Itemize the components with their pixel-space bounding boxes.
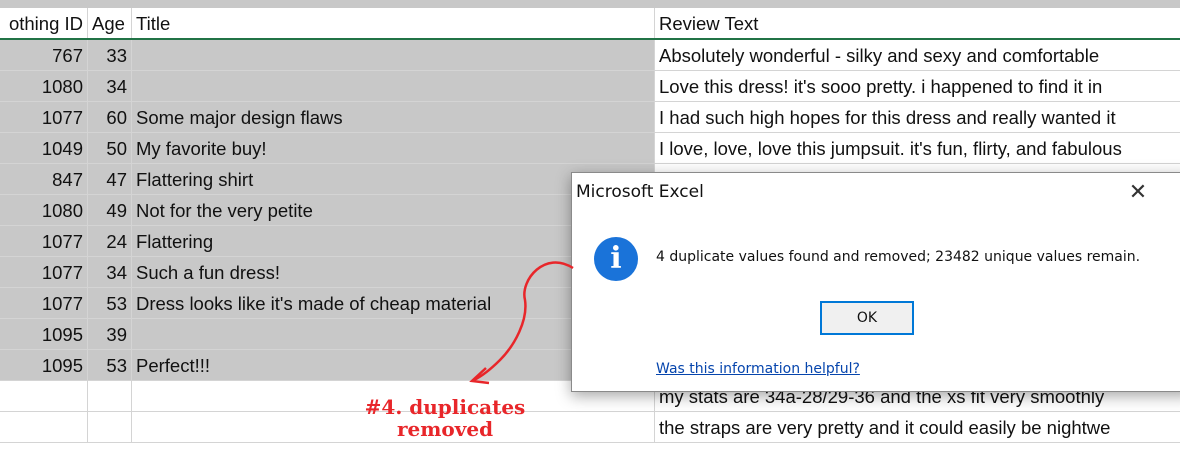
cell-clothing-id[interactable]: 1049 xyxy=(0,133,88,164)
dialog-title: Microsoft Excel xyxy=(576,182,704,202)
cell-clothing-id[interactable]: 847 xyxy=(0,164,88,195)
cell-review-text[interactable]: the straps are very pretty and it could … xyxy=(655,412,1180,443)
annotation-line-2: removed xyxy=(396,417,494,441)
cell-age[interactable]: 34 xyxy=(88,257,132,288)
cell-age[interactable]: 53 xyxy=(88,288,132,319)
cell-clothing-id[interactable]: 1095 xyxy=(0,319,88,350)
cell-review-text[interactable]: I love, love, love this jumpsuit. it's f… xyxy=(655,133,1180,164)
cell-review-text[interactable]: Absolutely wonderful - silky and sexy an… xyxy=(655,40,1180,71)
cell-clothing-id[interactable] xyxy=(0,381,88,412)
header-review-text[interactable]: Review Text xyxy=(655,8,1180,39)
dialog-message: 4 duplicate values found and removed; 23… xyxy=(656,249,1141,265)
cell-age[interactable] xyxy=(88,381,132,412)
annotation-label: #4. duplicates removed xyxy=(340,396,550,440)
cell-title[interactable]: Some major design flaws xyxy=(132,102,655,133)
header-row: othing ID Age Title Review Text xyxy=(0,8,1180,41)
cell-clothing-id[interactable]: 1080 xyxy=(0,71,88,102)
cell-title[interactable] xyxy=(132,40,655,71)
cell-age[interactable] xyxy=(88,412,132,443)
annotation-line-1: #4. duplicates xyxy=(364,395,526,419)
cell-clothing-id[interactable]: 1077 xyxy=(0,288,88,319)
column-letter-strip xyxy=(0,0,1180,8)
table-row: 1049 50 My favorite buy! I love, love, love… xyxy=(0,133,1180,164)
spreadsheet: othing ID Age Title Review Text 767 33 Abs… xyxy=(0,0,1180,452)
cell-title[interactable] xyxy=(132,71,655,102)
header-age[interactable]: Age xyxy=(88,8,132,39)
table-row: 1080 34 Love this dress! it's sooo pretty.… xyxy=(0,71,1180,102)
cell-age[interactable]: 60 xyxy=(88,102,132,133)
table-row: 767 33 Absolutely wonderful - silky and se… xyxy=(0,40,1180,71)
cell-age[interactable]: 49 xyxy=(88,195,132,226)
cell-age[interactable]: 53 xyxy=(88,350,132,381)
cell-age[interactable]: 47 xyxy=(88,164,132,195)
header-title[interactable]: Title xyxy=(132,8,655,39)
cell-clothing-id[interactable]: 767 xyxy=(0,40,88,71)
cell-clothing-id[interactable]: 1077 xyxy=(0,257,88,288)
table-row: the straps are very pretty and it could … xyxy=(0,412,1180,443)
cell-age[interactable]: 24 xyxy=(88,226,132,257)
cell-clothing-id[interactable] xyxy=(0,412,88,443)
cell-clothing-id[interactable]: 1080 xyxy=(0,195,88,226)
help-link[interactable]: Was this information helpful? xyxy=(656,361,860,377)
cell-clothing-id[interactable]: 1077 xyxy=(0,226,88,257)
cell-age[interactable]: 34 xyxy=(88,71,132,102)
excel-message-dialog: Microsoft Excel ✕ i 4 duplicate values f… xyxy=(571,172,1180,392)
cell-clothing-id[interactable]: 1095 xyxy=(0,350,88,381)
header-clothing-id[interactable]: othing ID xyxy=(0,8,88,39)
close-icon[interactable]: ✕ xyxy=(1125,179,1151,205)
cell-title[interactable]: My favorite buy! xyxy=(132,133,655,164)
cell-review-text[interactable]: Love this dress! it's sooo pretty. i hap… xyxy=(655,71,1180,102)
cell-age[interactable]: 50 xyxy=(88,133,132,164)
cell-clothing-id[interactable]: 1077 xyxy=(0,102,88,133)
cell-review-text[interactable]: I had such high hopes for this dress and… xyxy=(655,102,1180,133)
table-row: 1077 60 Some major design flaws I had such … xyxy=(0,102,1180,133)
cell-age[interactable]: 33 xyxy=(88,40,132,71)
ok-button[interactable]: OK xyxy=(820,301,914,335)
info-icon: i xyxy=(594,237,638,281)
cell-age[interactable]: 39 xyxy=(88,319,132,350)
